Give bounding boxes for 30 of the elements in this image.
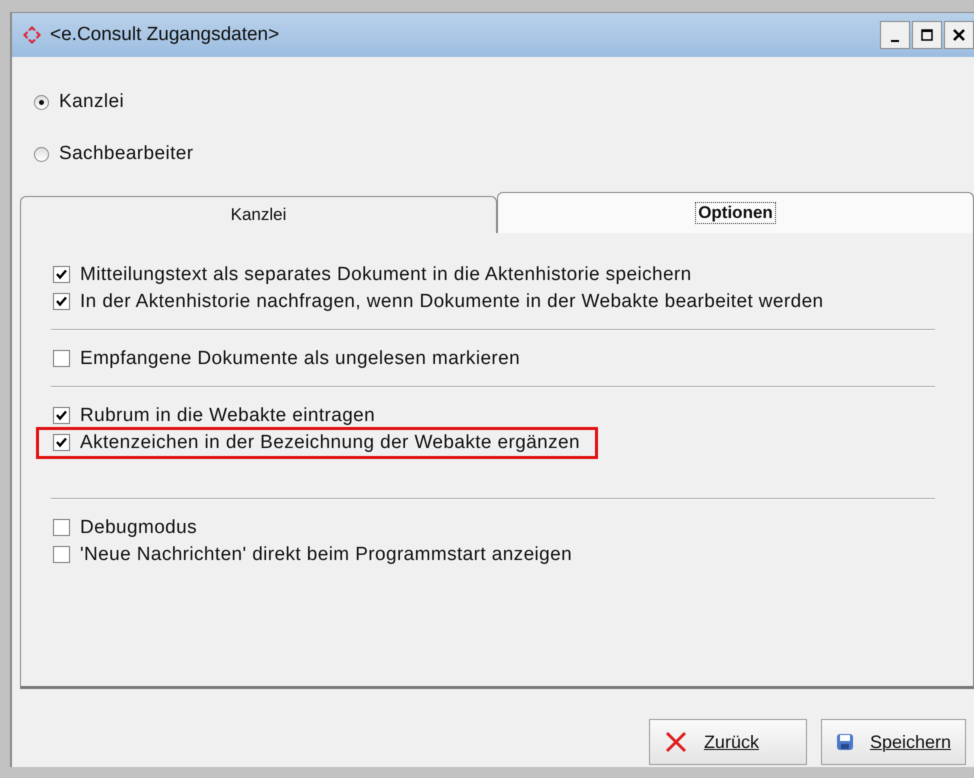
checkbox[interactable]: [53, 293, 70, 310]
checkbox[interactable]: [53, 546, 70, 563]
radio-label: Sachbearbeiter: [59, 143, 194, 165]
checkbox[interactable]: [53, 434, 70, 451]
window-title: <e.Consult Zugangsdaten>: [50, 24, 280, 46]
radio-button[interactable]: [34, 94, 49, 110]
checkbox[interactable]: [53, 266, 70, 283]
checkbox-label: Empfangene Dokumente als ungelesen markieren: [80, 348, 520, 370]
app-logo-icon: [22, 25, 42, 45]
checkbox-label: Aktenzeichen in der Bezeichnung der Webakte ergänzen: [80, 432, 580, 454]
checkbox[interactable]: [53, 350, 70, 367]
checkbox[interactable]: [53, 407, 70, 424]
radio-label: Kanzlei: [59, 91, 124, 113]
tab[interactable]: Optionen: [497, 192, 974, 233]
maximize-button[interactable]: [912, 21, 942, 49]
checkbox-label: In der Aktenhistorie nachfragen, wenn Dokumente in der Webakte bearbeitet werden: [80, 290, 824, 312]
checkbox[interactable]: [53, 519, 70, 536]
save-button[interactable]: Speichern: [820, 719, 966, 765]
tab[interactable]: Kanzlei: [20, 196, 497, 233]
checkbox-label: Rubrum in die Webakte eintragen: [80, 404, 376, 426]
checkbox-label: 'Neue Nachrichten' direkt beim Programmstart anzeigen: [80, 544, 572, 566]
close-button[interactable]: [944, 21, 974, 49]
close-icon: [952, 28, 966, 42]
minimize-icon: [891, 40, 899, 42]
checkbox-label: Debugmodus: [80, 516, 198, 538]
radio-button[interactable]: [34, 146, 49, 162]
back-button[interactable]: Zurück: [648, 719, 807, 765]
maximize-icon: [920, 28, 934, 42]
checkbox-label: Mitteilungstext als separates Dokument in die Aktenhistorie speichern: [80, 264, 692, 286]
cross-icon: [664, 730, 688, 754]
